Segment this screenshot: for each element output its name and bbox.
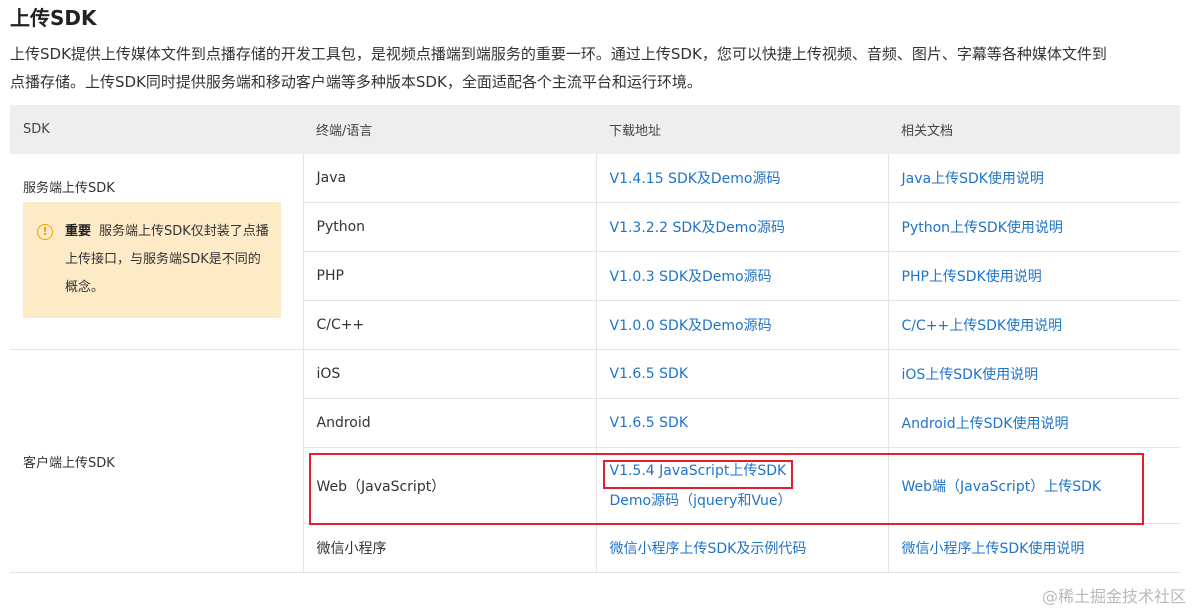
cell-language: C/C++ — [302, 300, 596, 350]
download-link[interactable]: V1.6.5 SDK — [610, 366, 689, 382]
cell-doc: Java上传SDK使用说明 — [887, 154, 1180, 203]
doc-link[interactable]: C/C++上传SDK使用说明 — [902, 318, 1063, 334]
table-row: 服务端上传SDK ! 重要 服务端上传SDK仅封装了点播上传接口，与服务端SDK是… — [10, 154, 1180, 350]
doc-link[interactable]: iOS上传SDK使用说明 — [902, 367, 1039, 383]
cell-language: PHP — [302, 251, 596, 301]
notice-body: 服务端上传SDK仅封装了点播上传接口，与服务端SDK是不同的概念。 — [65, 224, 269, 295]
download-link[interactable]: V1.3.2.2 SDK及Demo源码 — [610, 220, 785, 236]
sdk-table: SDK 终端/语言 下载地址 相关文档 服务端上传SDK ! 重要 服务端上传SD… — [10, 105, 1180, 573]
cell-doc: PHP上传SDK使用说明 — [887, 251, 1180, 301]
group-server: 服务端上传SDK ! 重要 服务端上传SDK仅封装了点播上传接口，与服务端SDK是… — [10, 154, 303, 350]
download-link[interactable]: 微信小程序上传SDK及示例代码 — [610, 541, 807, 557]
download-link[interactable]: V1.0.0 SDK及Demo源码 — [610, 318, 772, 334]
info-icon: ! — [37, 224, 53, 240]
doc-link[interactable]: Java上传SDK使用说明 — [902, 171, 1044, 187]
group-label: 服务端上传SDK — [23, 181, 115, 196]
cell-download: V1.4.15 SDK及Demo源码 — [595, 154, 888, 203]
watermark: @稀土掘金技术社区 — [1041, 587, 1186, 606]
download-link[interactable]: V1.5.4 JavaScript上传SDK — [610, 456, 875, 486]
group-client: 客户端上传SDK — [10, 349, 303, 573]
header-sdk: SDK — [10, 105, 303, 154]
notice-text: 重要 服务端上传SDK仅封装了点播上传接口，与服务端SDK是不同的概念。 — [65, 218, 269, 302]
download-link[interactable]: V1.0.3 SDK及Demo源码 — [610, 269, 772, 285]
intro-line-1: 上传SDK提供上传媒体文件到点播存储的开发工具包，是视频点播端到端服务的重要一环… — [10, 45, 1107, 63]
table-row: 客户端上传SDK iOS V1.6.5 SDK iOS上传SDK使用说明 — [10, 349, 1180, 573]
notice-strong: 重要 — [65, 224, 92, 239]
cell-language: Python — [302, 202, 596, 252]
cell-download: 微信小程序上传SDK及示例代码 — [595, 523, 888, 573]
cell-language: Android — [302, 398, 596, 448]
doc-link[interactable]: Python上传SDK使用说明 — [902, 220, 1063, 236]
doc-link[interactable]: Android上传SDK使用说明 — [902, 416, 1069, 432]
cell-doc: iOS上传SDK使用说明 — [887, 349, 1180, 399]
header-docs: 相关文档 — [888, 105, 1180, 154]
demo-link[interactable]: Demo源码（jquery和Vue） — [610, 486, 875, 516]
cell-download: V1.6.5 SDK — [595, 398, 888, 448]
table-header-row: SDK 终端/语言 下载地址 相关文档 — [10, 105, 1180, 154]
cell-download: V1.3.2.2 SDK及Demo源码 — [595, 202, 888, 252]
cell-doc: Web端（JavaScript）上传SDK — [887, 447, 1180, 524]
intro-line-2: 点播存储。上传SDK同时提供服务端和移动客户端等多种版本SDK，全面适配各个主流… — [10, 73, 702, 91]
cell-doc: Python上传SDK使用说明 — [887, 202, 1180, 252]
cell-doc: Android上传SDK使用说明 — [887, 398, 1180, 448]
cell-doc: C/C++上传SDK使用说明 — [887, 300, 1180, 350]
doc-link[interactable]: 微信小程序上传SDK使用说明 — [902, 541, 1085, 557]
header-language: 终端/语言 — [303, 105, 596, 154]
page-title: 上传SDK — [10, 6, 97, 30]
header-download: 下载地址 — [596, 105, 888, 154]
intro-paragraph: 上传SDK提供上传媒体文件到点播存储的开发工具包，是视频点播端到端服务的重要一环… — [10, 40, 1195, 96]
cell-language: Web（JavaScript） — [302, 447, 596, 524]
cell-download: V1.5.4 JavaScript上传SDK Demo源码（jquery和Vue… — [595, 447, 888, 524]
cell-download: V1.6.5 SDK — [595, 349, 888, 399]
download-link[interactable]: V1.6.5 SDK — [610, 415, 689, 431]
download-link[interactable]: V1.4.15 SDK及Demo源码 — [610, 171, 781, 187]
cell-download: V1.0.0 SDK及Demo源码 — [595, 300, 888, 350]
doc-link[interactable]: Web端（JavaScript）上传SDK — [902, 479, 1102, 495]
cell-language: iOS — [302, 349, 596, 399]
doc-link[interactable]: PHP上传SDK使用说明 — [902, 269, 1042, 285]
cell-doc: 微信小程序上传SDK使用说明 — [887, 523, 1180, 573]
cell-language: 微信小程序 — [302, 523, 596, 573]
cell-download: V1.0.3 SDK及Demo源码 — [595, 251, 888, 301]
notice-box: ! 重要 服务端上传SDK仅封装了点播上传接口，与服务端SDK是不同的概念。 — [23, 202, 281, 318]
cell-language: Java — [302, 154, 596, 203]
